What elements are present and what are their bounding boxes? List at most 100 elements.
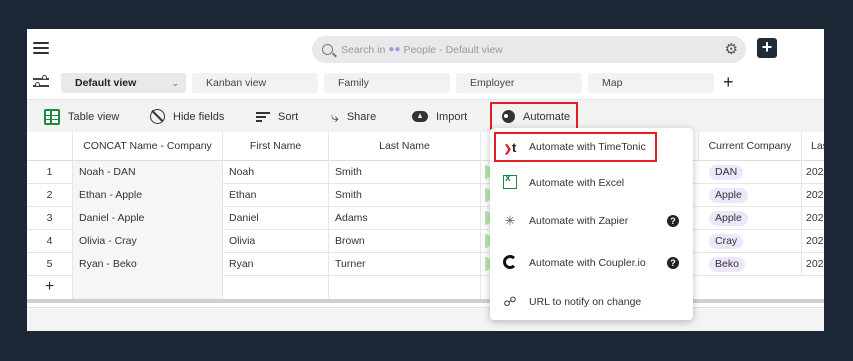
tab-label: Employer (470, 77, 515, 89)
cell-first-name[interactable]: Noah (223, 161, 329, 184)
column-header-concat[interactable]: CONCAT Name - Company (73, 132, 223, 161)
column-header-las[interactable]: Las (802, 132, 824, 161)
cell-las[interactable]: 202 (802, 161, 824, 184)
row-number: 3 (27, 207, 73, 230)
share-icon: ⤷ (331, 108, 339, 125)
cell-last-name[interactable]: Turner (329, 253, 481, 276)
help-icon[interactable]: ? (667, 257, 679, 269)
upload-cloud-icon (412, 111, 428, 122)
automate-menu: ❯t Automate with TimeTonic Automate with… (490, 128, 693, 320)
add-view-button[interactable]: + (723, 72, 734, 92)
table-row[interactable]: 2 Ethan - Apple Ethan Smith Apple 202 (27, 184, 824, 207)
company-pill: Cray (709, 234, 744, 249)
cell-first-name[interactable]: Ethan (223, 184, 329, 207)
footer-bar (27, 307, 824, 331)
row-number: 1 (27, 161, 73, 184)
cell-last-name[interactable]: Smith (329, 184, 481, 207)
cell-last-name[interactable]: Adams (329, 207, 481, 230)
hide-fields-button[interactable]: Hide fields (150, 100, 224, 133)
sort-label: Sort (278, 110, 299, 123)
menu-item-url-notify[interactable]: ☍ URL to notify on change (490, 287, 693, 317)
add-row-button[interactable]: + (27, 276, 73, 299)
share-label: Share (346, 110, 377, 123)
search-bar[interactable]: Search in ●● People - Default view ⚙ (312, 36, 746, 63)
menu-item-label: Automate with Coupler.io (529, 257, 646, 269)
row-number: 4 (27, 230, 73, 253)
view-settings-icon[interactable] (33, 75, 51, 89)
gear-icon[interactable]: ⚙ (725, 42, 738, 57)
hide-icon (150, 109, 165, 124)
search-suffix: - Default view (439, 43, 503, 56)
tab-label: Family (338, 77, 369, 89)
search-icon (322, 44, 333, 55)
table-view-label: Table view (68, 110, 120, 123)
search-prefix: Search in (341, 43, 386, 56)
table-row[interactable]: 3 Daniel - Apple Daniel Adams Apple 202 (27, 207, 824, 230)
cell-current-company[interactable]: DAN (699, 161, 802, 184)
add-row[interactable]: + (27, 276, 824, 299)
tab-employer[interactable]: Employer (456, 73, 582, 93)
table-header-row: CONCAT Name - Company First Name Last Na… (27, 132, 824, 161)
tab-map[interactable]: Map (588, 73, 714, 93)
cell-current-company[interactable]: Apple (699, 207, 802, 230)
sort-button[interactable]: Sort (256, 100, 298, 133)
table-icon (44, 108, 60, 125)
cell-las[interactable]: 202 (802, 253, 824, 276)
table-row[interactable]: 4 Olivia - Cray Olivia Brown Cray 202 (27, 230, 824, 253)
cell-concat[interactable]: Olivia - Cray (73, 230, 223, 253)
tab-label: Map (602, 77, 623, 89)
chevron-down-icon: ⌄ (171, 78, 179, 88)
help-icon[interactable]: ? (667, 215, 679, 227)
cell-current-company[interactable]: Apple (699, 184, 802, 207)
column-header-last-name[interactable]: Last Name (329, 132, 481, 161)
excel-icon (502, 173, 518, 192)
cell-concat[interactable]: Ethan - Apple (73, 184, 223, 207)
cell-current-company[interactable]: Cray (699, 230, 802, 253)
sort-icon (256, 110, 270, 124)
menu-item-label: Automate with Zapier (529, 215, 629, 227)
menu-item-zapier[interactable]: ✳ Automate with Zapier ? (490, 206, 693, 236)
column-header-current-company[interactable]: Current Company (699, 132, 802, 161)
menu-item-excel[interactable]: Automate with Excel (490, 168, 693, 198)
tab-default-view[interactable]: Default view ⌄ (61, 73, 186, 93)
table-row[interactable]: 1 Noah - DAN Noah Smith DAN 202 (27, 161, 824, 184)
automate-highlight (490, 102, 578, 130)
cell-las[interactable]: 202 (802, 184, 824, 207)
cell-last-name[interactable]: Smith (329, 161, 481, 184)
timetonic-highlight (494, 132, 657, 162)
row-number-header (27, 132, 73, 161)
cell-first-name[interactable]: Olivia (223, 230, 329, 253)
cell-las[interactable]: 202 (802, 230, 824, 253)
cell-first-name[interactable]: Ryan (223, 253, 329, 276)
coupler-icon (502, 254, 518, 272)
menu-item-label: Automate with Excel (529, 177, 625, 189)
search-table-name: People (403, 43, 437, 56)
cell-concat[interactable]: Ryan - Beko (73, 253, 223, 276)
horizontal-scrollbar[interactable] (27, 299, 824, 303)
empty-cell (73, 276, 223, 299)
toolbar: Table view Hide fields Sort ⤷ Share Impo… (27, 99, 824, 132)
table-view-button[interactable]: Table view (44, 100, 119, 133)
import-button[interactable]: Import (412, 100, 467, 133)
column-header-first-name[interactable]: First Name (223, 132, 329, 161)
company-pill: Beko (709, 257, 745, 272)
add-button[interactable]: + (757, 38, 777, 58)
table-row[interactable]: 5 Ryan - Beko Ryan Turner Beko 202 (27, 253, 824, 276)
hamburger-menu-icon[interactable] (33, 42, 49, 54)
import-label: Import (436, 110, 468, 123)
cell-current-company[interactable]: Beko (699, 253, 802, 276)
empty-cell (329, 276, 481, 299)
row-number: 2 (27, 184, 73, 207)
cell-first-name[interactable]: Daniel (223, 207, 329, 230)
share-button[interactable]: ⤷ Share (331, 100, 376, 133)
company-pill: DAN (709, 165, 744, 180)
zapier-icon: ✳ (504, 213, 516, 228)
cell-concat[interactable]: Daniel - Apple (73, 207, 223, 230)
cell-las[interactable]: 202 (802, 207, 824, 230)
tab-family[interactable]: Family (324, 73, 450, 93)
menu-item-coupler[interactable]: Automate with Coupler.io ? (490, 248, 693, 278)
empty-cell (223, 276, 329, 299)
cell-concat[interactable]: Noah - DAN (73, 161, 223, 184)
tab-kanban-view[interactable]: Kanban view (192, 73, 318, 93)
cell-last-name[interactable]: Brown (329, 230, 481, 253)
